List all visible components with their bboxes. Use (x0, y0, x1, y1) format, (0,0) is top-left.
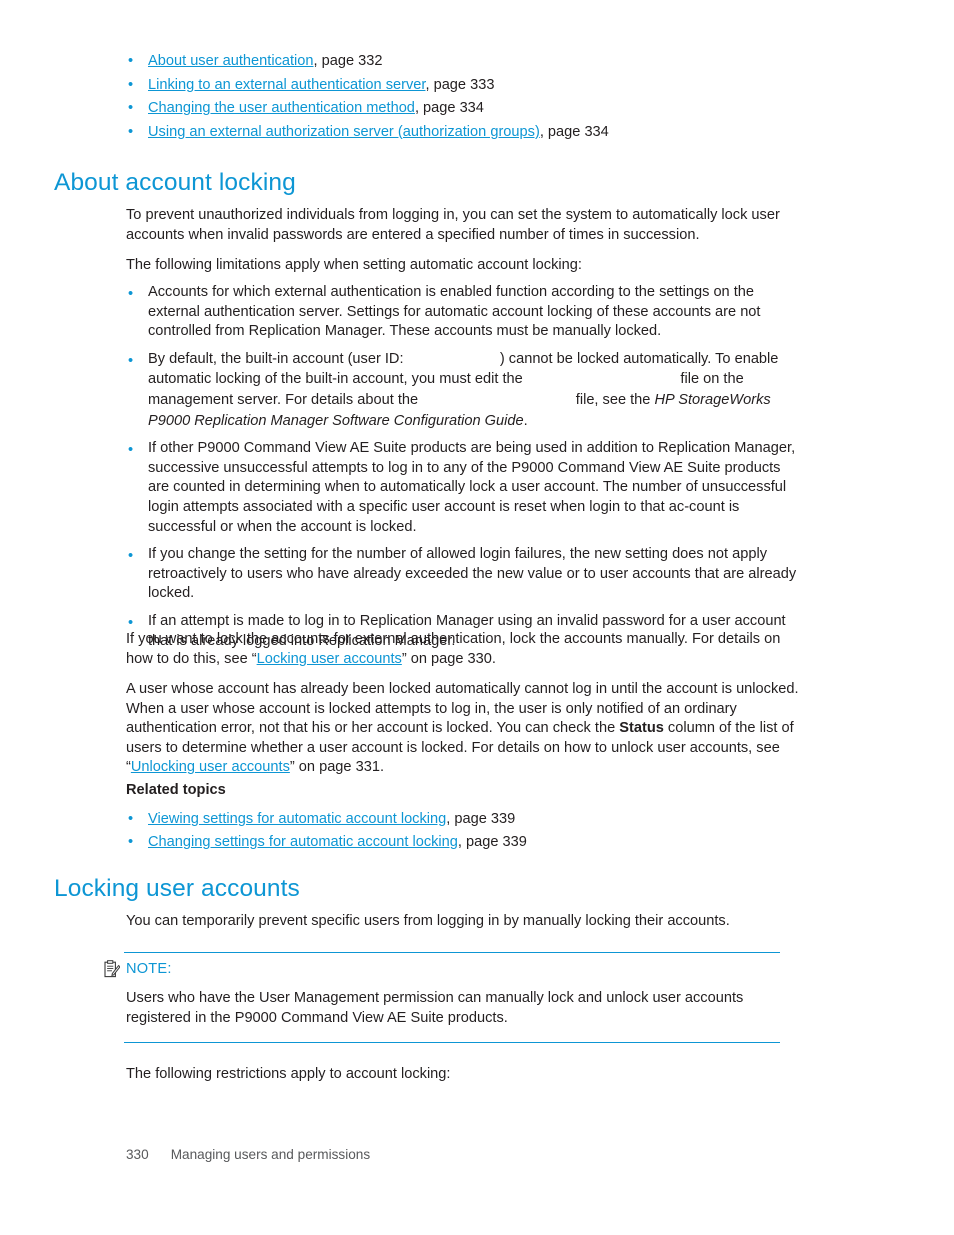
paragraph-text-part: ” on page 331. (289, 759, 385, 776)
crossref-link-locking-user-accounts[interactable]: Locking user accounts (257, 651, 402, 667)
list-item-text: If you change the setting for the number… (148, 546, 797, 602)
crossref-link-unlocking-user-accounts[interactable]: Unlocking user accounts (131, 759, 290, 775)
crossref-page: , page 333 (425, 76, 495, 93)
bullet-glyph: • (128, 811, 134, 827)
list-item: • About user authentication, page 332 (128, 50, 868, 74)
top-crossreference-list: • About user authentication, page 332 • Li… (128, 50, 868, 144)
bullet-glyph: • (128, 100, 134, 117)
crossref-page: , page 334 (539, 123, 609, 140)
crossref-page: , page 339 (457, 834, 527, 851)
footer-page-number: 330 (126, 1147, 149, 1162)
paragraph-locking-intro: You can temporarily prevent specific use… (126, 913, 730, 929)
crossref-link-external-authorization-server[interactable]: Using an external authorization server (… (148, 124, 540, 140)
list-item: • Changing the user authentication method… (128, 97, 868, 121)
section-heading-about-account-locking: About account locking (54, 169, 296, 196)
crossref-page: , page 334 (414, 100, 484, 117)
paragraph-text-part: ” on page 330. (401, 650, 496, 667)
list-item: • Viewing settings for automatic account … (128, 808, 828, 831)
crossref-link-changing-user-auth-method[interactable]: Changing the user authentication method (148, 100, 415, 116)
bullet-glyph: • (128, 53, 134, 69)
list-item: • By default, the built-in account (user … (128, 350, 804, 431)
crossref-page: , page 332 (313, 53, 383, 69)
page-footer: 330 Managing users and permissions (126, 1146, 370, 1164)
note-top-rule (124, 952, 780, 953)
bullet-glyph: • (128, 548, 134, 565)
crossref-link-viewing-settings-automatic-locking[interactable]: Viewing settings for automatic account l… (148, 811, 446, 827)
status-column-label: Status (619, 720, 664, 737)
list-item: • Changing settings for automatic account… (128, 831, 828, 854)
bullet-glyph: • (128, 834, 134, 851)
note-body-text: Users who have the User Management permi… (126, 990, 744, 1026)
crossref-link-about-user-authentication[interactable]: About user authentication (148, 53, 314, 69)
section-heading-locking-user-accounts: Locking user accounts (54, 875, 300, 902)
footer-chapter-title: Managing users and permissions (170, 1147, 371, 1162)
note-label: NOTE: (126, 961, 172, 977)
document-page: • About user authentication, page 332 • Li… (0, 0, 954, 1235)
paragraph-locked-account: A user whose account has already been lo… (126, 680, 802, 778)
list-item-text-part: file, see the (575, 391, 651, 408)
list-item-text-part: By default, the built-in account (user I… (148, 350, 404, 367)
list-item-text-part: . (523, 412, 528, 429)
paragraph-limitations-lead: The following limitations apply when set… (126, 257, 582, 273)
list-item: • If other P9000 Command View AE Suite pr… (128, 439, 804, 537)
related-topics-list: • Viewing settings for automatic account … (128, 808, 828, 855)
bullet-glyph: • (128, 442, 134, 459)
list-item: • If you change the setting for the numbe… (128, 545, 804, 604)
list-item: • Linking to an external authentication s… (128, 74, 868, 98)
paragraph-intro: To prevent unauthorized individuals from… (126, 207, 780, 243)
list-item: • Using an external authorization server … (128, 121, 868, 145)
paragraph-restrictions-lead: The following restrictions apply to acco… (126, 1066, 451, 1082)
bullet-glyph: • (128, 352, 134, 369)
crossref-link-changing-settings-automatic-locking[interactable]: Changing settings for automatic account … (148, 834, 458, 850)
list-item: • Accounts for which external authenticat… (128, 283, 804, 342)
crossref-page: , page 339 (446, 811, 516, 827)
config-file-name-placeholder (523, 372, 681, 388)
list-item-text: Accounts for which external authenticati… (148, 284, 761, 340)
bullet-glyph: • (128, 286, 134, 302)
bullet-glyph: • (128, 76, 134, 93)
note-header: NOTE: (104, 959, 780, 983)
related-topics-heading: Related topics (126, 782, 226, 798)
crossref-link-linking-external-auth-server[interactable]: Linking to an external authentication se… (148, 77, 425, 93)
limitations-bullet-list: • Accounts for which external authenticat… (128, 283, 804, 659)
bullet-glyph: • (128, 123, 134, 140)
list-item-text: If other P9000 Command View AE Suite pro… (148, 440, 796, 535)
config-file-name-placeholder (418, 393, 576, 409)
note-bottom-rule (124, 1042, 780, 1044)
note-clipboard-icon (104, 960, 121, 978)
note-callout: NOTE: Users who have the User Management… (104, 952, 780, 1044)
paragraph-manual-lock: If you want to lock the accounts for ext… (126, 630, 802, 669)
builtin-user-id-placeholder (404, 352, 500, 368)
